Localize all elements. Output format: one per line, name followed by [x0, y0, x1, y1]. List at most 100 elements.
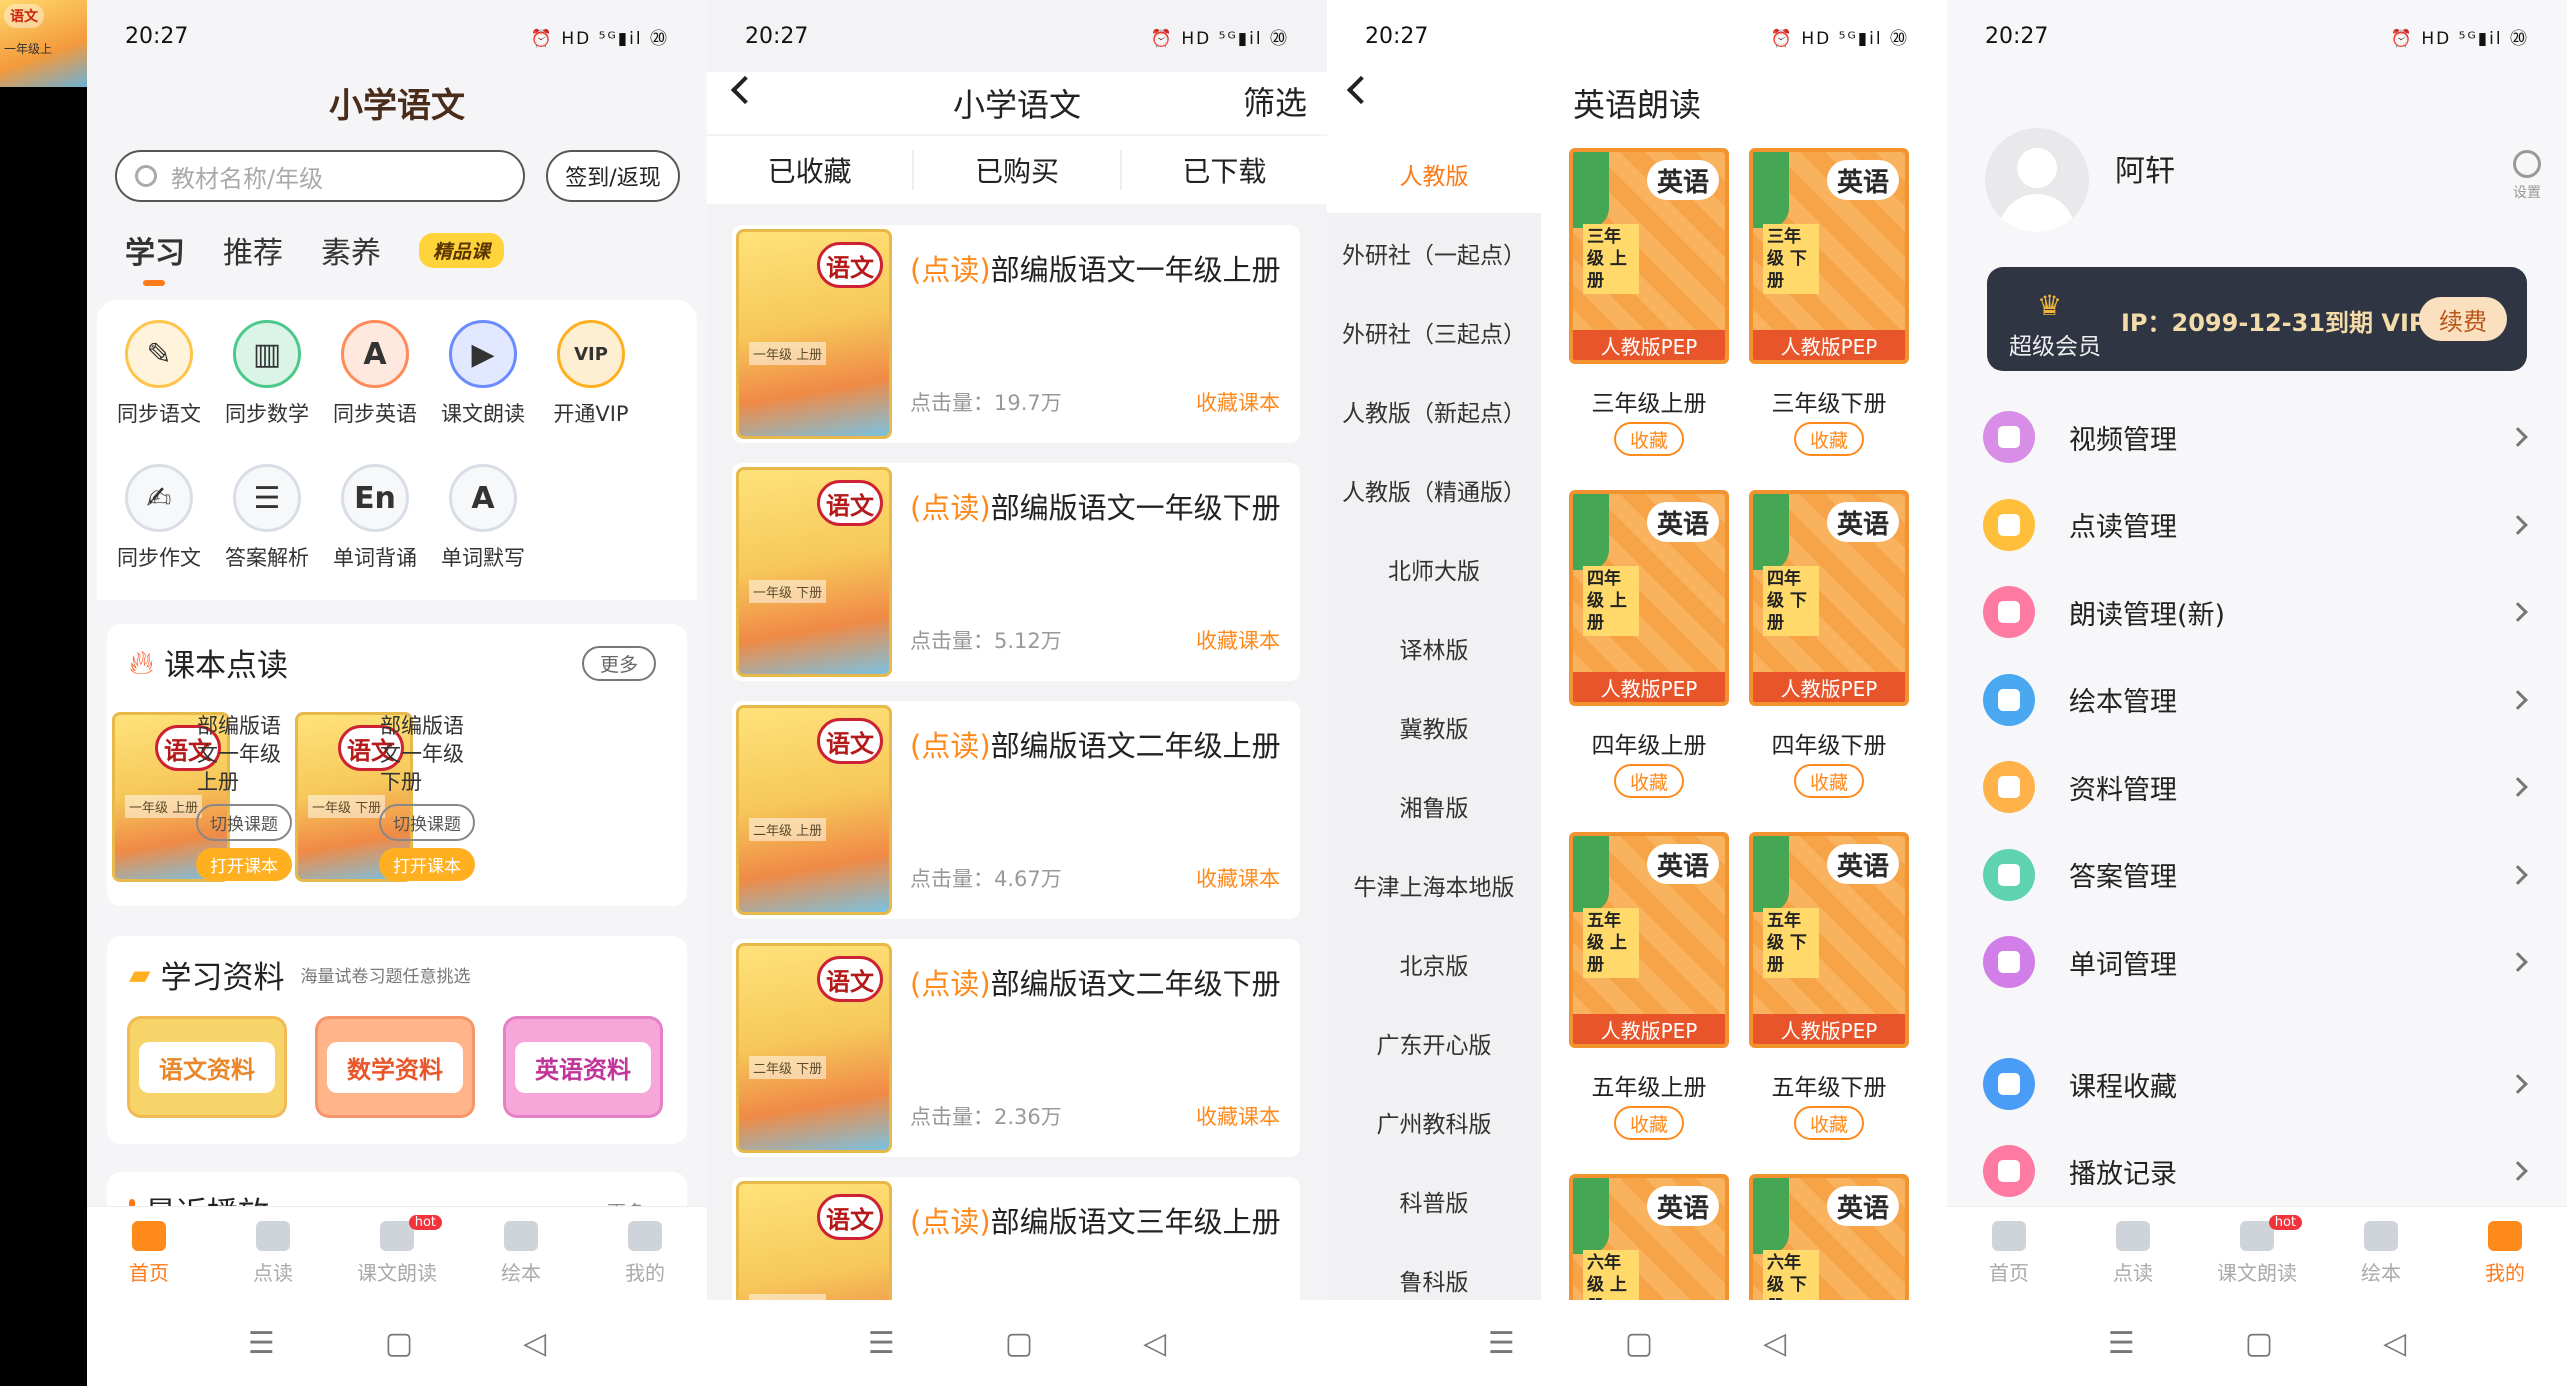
tab-recommend[interactable]: 推荐	[223, 228, 283, 272]
feature-item[interactable]: En 单词背诵	[321, 464, 429, 572]
home-nav-icon[interactable]: ▢	[1625, 1326, 1653, 1361]
back-nav-icon[interactable]: ◁	[2383, 1326, 2406, 1361]
english-book-cover[interactable]: 英语 四年级 下册 人教版PEP	[1749, 490, 1909, 706]
profile-menu-item[interactable]: 点读管理	[1983, 495, 2539, 555]
sign-in-button[interactable]: 签到/返现	[546, 150, 680, 202]
publisher-item[interactable]: 牛津上海本地版	[1327, 845, 1541, 924]
settings-button[interactable]: 设置	[2513, 150, 2541, 202]
publisher-item[interactable]: 广东开心版	[1327, 1003, 1541, 1082]
app-thumbnail[interactable]: 语文 一年级上	[0, 0, 87, 87]
profile-menu-item[interactable]: 绘本管理	[1983, 670, 2539, 730]
publisher-item[interactable]: 外研社（一起点）	[1327, 213, 1541, 292]
tab-home[interactable]: 首页	[94, 1221, 204, 1286]
vip-card[interactable]: ♛ 超级会员 IP：2099-12-31到期 VIP 续费	[1987, 267, 2527, 371]
feature-item[interactable]: ✍ 同步作文	[105, 464, 213, 572]
english-book-cover[interactable]: 英语 五年级 下册 人教版PEP	[1749, 832, 1909, 1048]
feature-item[interactable]: VIP 开通VIP	[537, 320, 645, 428]
tab-picture[interactable]: 绘本	[466, 1221, 576, 1286]
back-nav-icon[interactable]: ◁	[523, 1326, 546, 1361]
english-book-cover[interactable]: 英语 三年级 上册 人教版PEP	[1569, 148, 1729, 364]
favorite-button[interactable]: 收藏	[1614, 422, 1684, 456]
favorite-button[interactable]: 收藏	[1614, 764, 1684, 798]
tab-downloaded[interactable]: 已下载	[1122, 150, 1327, 190]
favorite-book-button[interactable]: 收藏课本	[1196, 625, 1280, 655]
english-book-cover[interactable]: 英语 四年级 上册 人教版PEP	[1569, 490, 1729, 706]
favorite-book-button[interactable]: 收藏课本	[1196, 387, 1280, 417]
switch-topic-button[interactable]: 切换课题	[379, 804, 475, 841]
textbook-row[interactable]: 语文 二年级 下册 (点读)部编版语文二年级下册 点击量：2.36万 收藏课本	[732, 939, 1300, 1157]
search-input[interactable]: 教材名称/年级	[115, 150, 525, 202]
profile-menu-item[interactable]: 单词管理	[1983, 932, 2539, 992]
profile-menu-item[interactable]: 朗读管理(新)	[1983, 582, 2539, 642]
open-book-button[interactable]: 打开课本	[196, 848, 292, 881]
tab-recite[interactable]: 课文朗读 hot	[2202, 1215, 2312, 1286]
profile-menu-item[interactable]: 播放记录	[1983, 1141, 2539, 1201]
favorite-book-button[interactable]: 收藏课本	[1196, 863, 1280, 893]
textbook-row[interactable]: 语文 二年级 上册 (点读)部编版语文二年级上册 点击量：4.67万 收藏课本	[732, 701, 1300, 919]
premium-course-tag[interactable]: 精品课	[419, 232, 505, 268]
publisher-item[interactable]: 译林版	[1327, 608, 1541, 687]
material-card[interactable]: 数学资料	[315, 1016, 475, 1118]
profile-menu-item[interactable]: 答案管理	[1983, 845, 2539, 905]
favorite-button[interactable]: 收藏	[1614, 1106, 1684, 1140]
material-card[interactable]: 语文资料	[127, 1016, 287, 1118]
menu-nav-icon[interactable]: ☰	[868, 1326, 895, 1361]
profile-menu-item[interactable]: 视频管理	[1983, 407, 2539, 467]
tab-mine[interactable]: 我的	[590, 1221, 700, 1286]
tab-picture[interactable]: 绘本	[2326, 1221, 2436, 1286]
switch-topic-button[interactable]: 切换课题	[196, 804, 292, 841]
feature-item[interactable]: A 同步英语	[321, 320, 429, 428]
tab-read[interactable]: 点读	[218, 1221, 328, 1286]
english-book-cover[interactable]: 英语 五年级 上册 人教版PEP	[1569, 832, 1729, 1048]
menu-nav-icon[interactable]: ☰	[1488, 1326, 1515, 1361]
textbook-row[interactable]: 语文 一年级 上册 (点读)部编版语文一年级上册 点击量：19.7万 收藏课本	[732, 225, 1300, 443]
home-nav-icon[interactable]: ▢	[385, 1326, 413, 1361]
reading-more-button[interactable]: 更多	[582, 646, 657, 681]
profile-menu-item[interactable]: 资料管理	[1983, 757, 2539, 817]
tab-literacy[interactable]: 素养	[321, 228, 381, 272]
english-book-cover[interactable]: 英语 三年级 下册 人教版PEP	[1749, 148, 1909, 364]
publisher-item[interactable]: 人教版（精通版）	[1327, 450, 1541, 529]
publisher-item[interactable]: 广州教科版	[1327, 1082, 1541, 1161]
favorite-button[interactable]: 收藏	[1794, 422, 1864, 456]
tab-home[interactable]: 首页	[1954, 1221, 2064, 1286]
tab-recite[interactable]: 课文朗读 hot	[342, 1215, 452, 1286]
avatar[interactable]	[1985, 128, 2089, 232]
favorite-button[interactable]: 收藏	[1794, 764, 1864, 798]
filter-button[interactable]: 筛选	[1243, 78, 1307, 124]
back-nav-icon[interactable]: ◁	[1143, 1326, 1166, 1361]
profile-menu-item[interactable]: 课程收藏	[1983, 1054, 2539, 1114]
open-book-button[interactable]: 打开课本	[379, 848, 475, 881]
renew-button[interactable]: 续费	[2419, 297, 2507, 341]
menu-nav-icon[interactable]: ☰	[248, 1326, 275, 1361]
textbook-row[interactable]: 语文 一年级 下册 (点读)部编版语文一年级下册 点击量：5.12万 收藏课本	[732, 463, 1300, 681]
tab-read[interactable]: 点读	[2078, 1221, 2188, 1286]
feature-item[interactable]: ▥ 同步数学	[213, 320, 321, 428]
material-card[interactable]: 英语资料	[503, 1016, 663, 1118]
publisher-sidebar: 人教版 外研社（一起点） 外研社（三起点） 人教版（新起点） 人教版（精通版） 北师大版译…	[1327, 134, 1541, 1386]
favorite-button[interactable]: 收藏	[1794, 1106, 1864, 1140]
menu-nav-icon[interactable]: ☰	[2108, 1326, 2135, 1361]
tab-mine[interactable]: 我的	[2450, 1221, 2560, 1286]
publisher-item[interactable]: 湘鲁版	[1327, 766, 1541, 845]
feature-item[interactable]: ✎ 同步语文	[105, 320, 213, 428]
feature-item[interactable]: A 单词默写	[429, 464, 537, 572]
feature-item[interactable]: ▶ 课文朗读	[429, 320, 537, 428]
publisher-item[interactable]: 外研社（三起点）	[1327, 292, 1541, 371]
publisher-item[interactable]: 人教版（新起点）	[1327, 371, 1541, 450]
tab-purchased[interactable]: 已购买	[914, 150, 1122, 190]
home-nav-icon[interactable]: ▢	[1005, 1326, 1033, 1361]
tab-favorited[interactable]: 已收藏	[707, 150, 915, 190]
publisher-item[interactable]: 北京版	[1327, 924, 1541, 1003]
feature-item[interactable]: ☰ 答案解析	[213, 464, 321, 572]
publisher-item[interactable]: 冀教版	[1327, 687, 1541, 766]
cover-grade: 四年级 下册	[1763, 566, 1819, 636]
home-nav-icon[interactable]: ▢	[2245, 1326, 2273, 1361]
english-header: 英语朗读	[1327, 72, 1947, 134]
publisher-item[interactable]: 人教版	[1327, 134, 1541, 213]
back-nav-icon[interactable]: ◁	[1763, 1326, 1786, 1361]
tab-study[interactable]: 学习	[125, 228, 185, 286]
publisher-item[interactable]: 科普版	[1327, 1161, 1541, 1240]
publisher-item[interactable]: 北师大版	[1327, 529, 1541, 608]
favorite-book-button[interactable]: 收藏课本	[1196, 1101, 1280, 1131]
